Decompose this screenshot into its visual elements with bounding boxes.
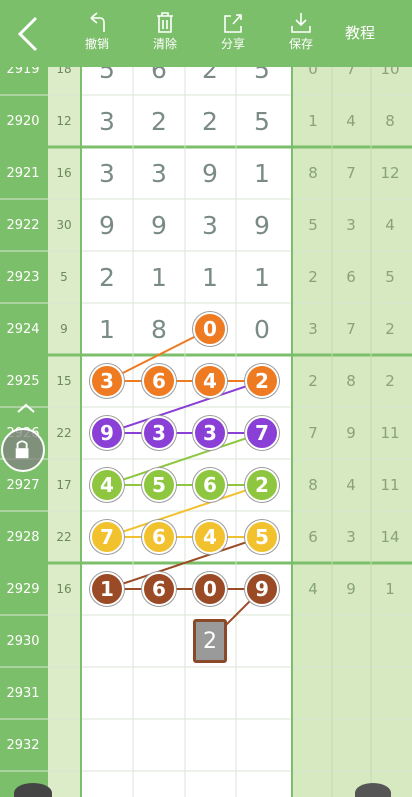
number-ball[interactable]: 5	[245, 520, 279, 554]
floating-button-left[interactable]	[14, 783, 52, 797]
connector-line	[106, 484, 263, 538]
lock-button[interactable]	[1, 428, 45, 472]
number-ball[interactable]: 3	[90, 364, 124, 398]
connector-line	[106, 432, 263, 486]
number-ball[interactable]: 2	[245, 364, 279, 398]
toolbar: 撤销 清除 分享 保存 教程	[0, 0, 412, 67]
clear-button[interactable]: 清除	[141, 12, 189, 52]
tutorial-button[interactable]: 教程	[345, 22, 375, 43]
number-ball[interactable]: 4	[90, 468, 124, 502]
connector-line	[106, 380, 263, 434]
number-ball[interactable]: 3	[193, 416, 227, 450]
trash-icon	[157, 12, 173, 33]
number-ball[interactable]: 7	[90, 520, 124, 554]
number-ball[interactable]: 6	[193, 468, 227, 502]
chevron-up-icon[interactable]	[16, 402, 36, 414]
number-ball[interactable]: 3	[142, 416, 176, 450]
save-button[interactable]: 保存	[277, 12, 325, 52]
number-ball[interactable]: 6	[142, 520, 176, 554]
number-ball[interactable]: 6	[142, 572, 176, 606]
back-arrow-icon[interactable]	[10, 12, 46, 56]
selected-cell[interactable]: 2	[193, 619, 227, 663]
share-label: 分享	[220, 37, 245, 51]
number-ball[interactable]: 9	[245, 572, 279, 606]
undo-label: 撤销	[84, 37, 109, 51]
undo-button[interactable]: 撤销	[73, 12, 121, 52]
undo-icon	[90, 12, 105, 32]
floating-button-right[interactable]	[355, 783, 391, 797]
number-ball[interactable]: 4	[193, 364, 227, 398]
number-ball[interactable]: 9	[90, 416, 124, 450]
download-icon	[291, 13, 311, 33]
number-ball[interactable]: 5	[142, 468, 176, 502]
number-ball[interactable]: 7	[245, 416, 279, 450]
clear-label: 清除	[152, 37, 177, 51]
number-ball[interactable]: 4	[193, 520, 227, 554]
connector-line	[106, 536, 263, 590]
share-button[interactable]: 分享	[209, 12, 257, 52]
save-label: 保存	[288, 37, 313, 51]
number-ball[interactable]: 0	[193, 312, 227, 346]
share-icon	[224, 14, 242, 33]
lock-icon	[15, 440, 29, 459]
number-ball[interactable]: 6	[142, 364, 176, 398]
number-ball[interactable]: 2	[245, 468, 279, 502]
trend-chart[interactable]: 2919 18 5 6 2 5 0 7 10 2920 12 3 2 2 5 1 4 8 2921 16 3 3 9 1 8 7 1…	[0, 67, 412, 797]
number-ball[interactable]: 1	[90, 572, 124, 606]
number-ball[interactable]: 0	[193, 572, 227, 606]
